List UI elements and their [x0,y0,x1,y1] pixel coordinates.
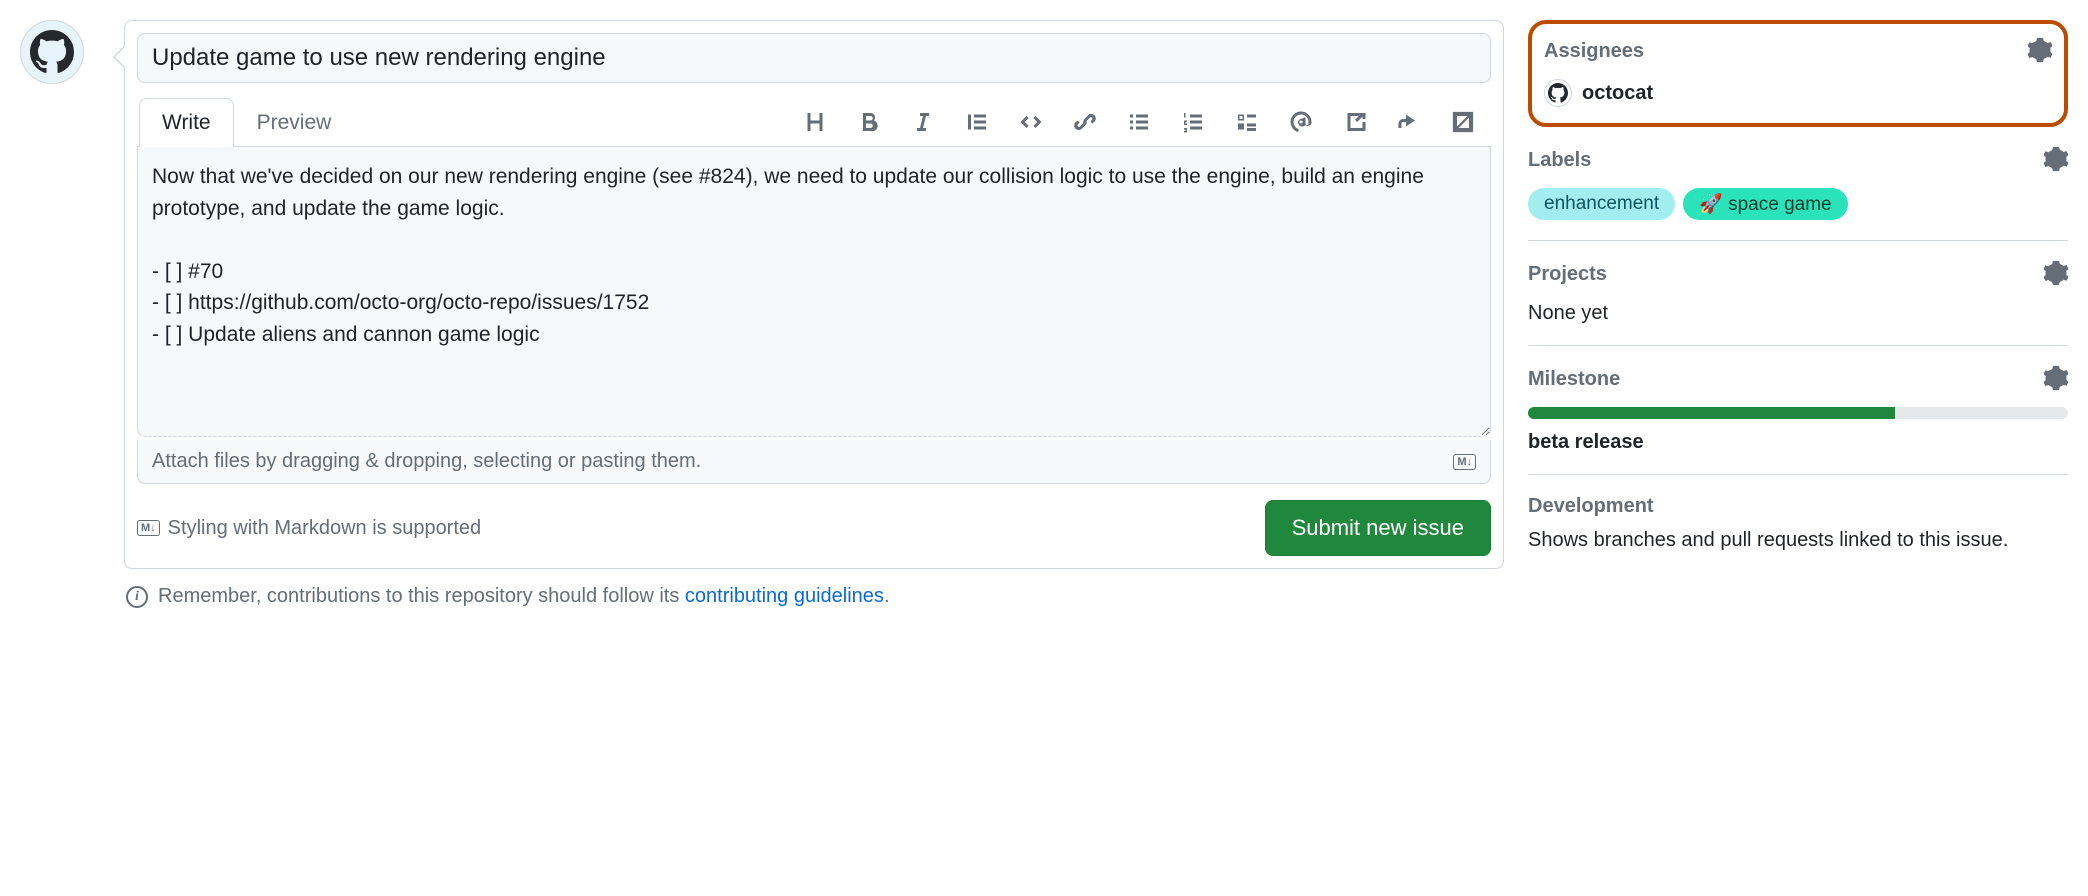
gear-icon [2044,147,2068,171]
contributing-note: i Remember, contributions to this reposi… [124,585,1504,608]
tasklist-button[interactable] [1231,106,1263,138]
tab-write[interactable]: Write [139,98,234,147]
ol-button[interactable] [1177,106,1209,138]
attach-bar[interactable]: Attach files by dragging & dropping, sel… [137,440,1491,484]
labels-gear[interactable] [2044,147,2068,174]
milestone-gear[interactable] [2044,366,2068,393]
labels-title: Labels [1528,149,1591,172]
reply-button[interactable] [1393,106,1425,138]
attach-text: Attach files by dragging & dropping, sel… [152,450,701,473]
markdown-toolbar [799,106,1489,138]
tab-preview[interactable]: Preview [234,98,355,147]
code-button[interactable] [1015,106,1047,138]
development-text: Shows branches and pull requests linked … [1528,526,2068,555]
contributing-link[interactable]: contributing guidelines [685,585,884,607]
diff-button[interactable] [1447,106,1479,138]
issue-body-textarea[interactable] [137,147,1491,437]
projects-gear[interactable] [2044,261,2068,288]
markdown-support-note: M↓ Styling with Markdown is supported [137,517,481,540]
gear-icon [2028,38,2052,62]
markdown-icon: M↓ [137,520,160,536]
bold-button[interactable] [853,106,885,138]
assignee-avatar [1544,79,1572,107]
octocat-icon [30,30,74,74]
submit-button[interactable]: Submit new issue [1265,500,1491,556]
gear-icon [2044,261,2068,285]
assignees-gear[interactable] [2028,38,2052,65]
octocat-icon [1548,83,1568,103]
assignees-highlight: Assignees octocat [1528,20,2068,127]
milestone-title: Milestone [1528,368,1620,391]
assignees-title: Assignees [1544,40,1644,63]
editor-tabs: Write Preview [137,97,1491,147]
user-avatar[interactable] [20,20,84,84]
gear-icon [2044,366,2068,390]
projects-title: Projects [1528,263,1607,286]
mention-button[interactable] [1285,106,1317,138]
heading-button[interactable] [799,106,831,138]
markdown-icon[interactable]: M↓ [1453,454,1476,470]
projects-value: None yet [1528,302,2068,325]
milestone-progress [1528,407,2068,419]
issue-title-input[interactable] [137,33,1491,83]
label-pill[interactable]: 🚀 space game [1683,188,1847,220]
info-icon: i [126,586,148,608]
crossref-button[interactable] [1339,106,1371,138]
label-pill[interactable]: enhancement [1528,188,1675,220]
issue-form: Write Preview [124,20,1504,569]
assignee-name: octocat [1582,82,1653,105]
quote-button[interactable] [961,106,993,138]
assignee-item[interactable]: octocat [1544,79,2052,107]
link-button[interactable] [1069,106,1101,138]
milestone-name[interactable]: beta release [1528,431,2068,454]
italic-button[interactable] [907,106,939,138]
development-title: Development [1528,495,1654,518]
ul-button[interactable] [1123,106,1155,138]
